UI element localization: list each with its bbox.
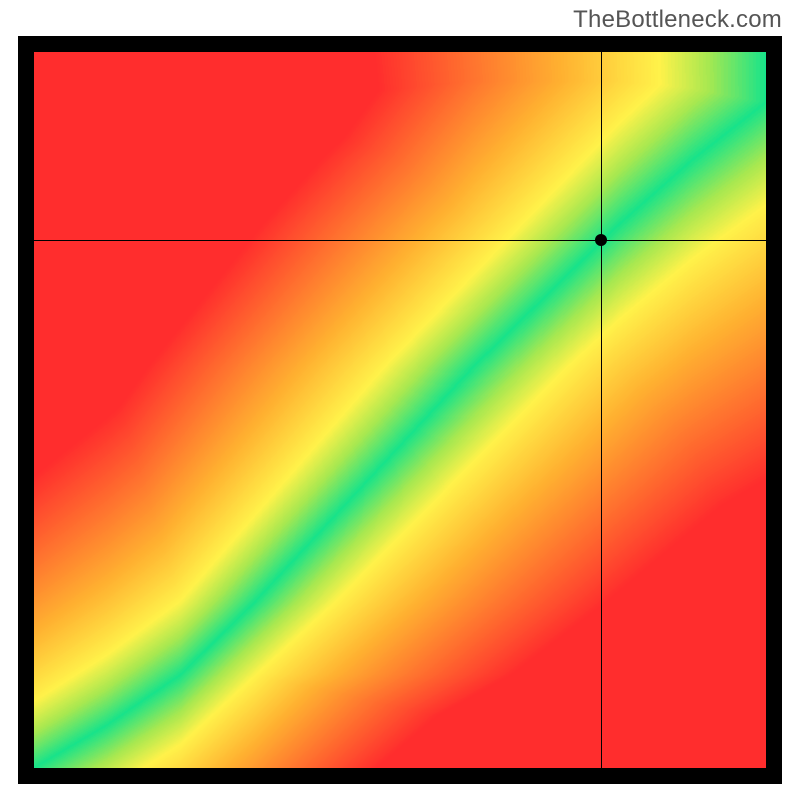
heatmap-canvas xyxy=(34,52,766,768)
heatmap-plot xyxy=(18,36,782,784)
watermark-text: TheBottleneck.com xyxy=(573,6,782,34)
